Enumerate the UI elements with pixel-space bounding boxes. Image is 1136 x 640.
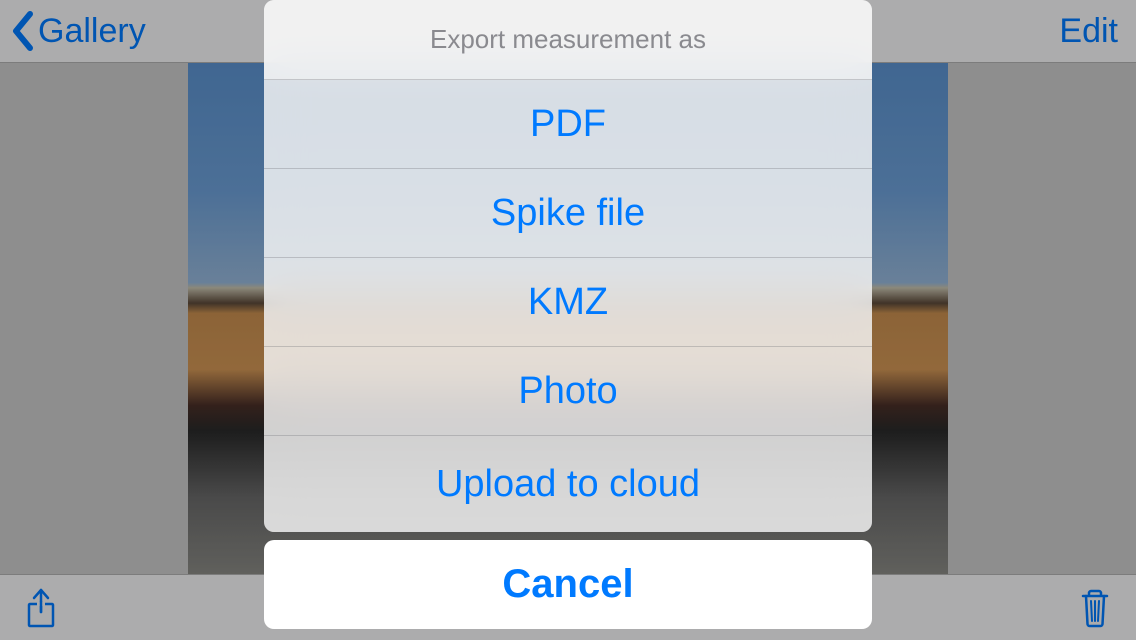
export-option-photo[interactable]: Photo bbox=[264, 347, 872, 436]
export-option-pdf[interactable]: PDF bbox=[264, 80, 872, 169]
action-sheet-title: Export measurement as bbox=[264, 0, 872, 80]
export-option-spike-file[interactable]: Spike file bbox=[264, 169, 872, 258]
export-action-sheet: Export measurement as PDF Spike file KMZ… bbox=[264, 0, 872, 532]
export-option-upload-cloud[interactable]: Upload to cloud bbox=[264, 436, 872, 532]
cancel-button[interactable]: Cancel bbox=[264, 540, 872, 629]
export-option-kmz[interactable]: KMZ bbox=[264, 258, 872, 347]
